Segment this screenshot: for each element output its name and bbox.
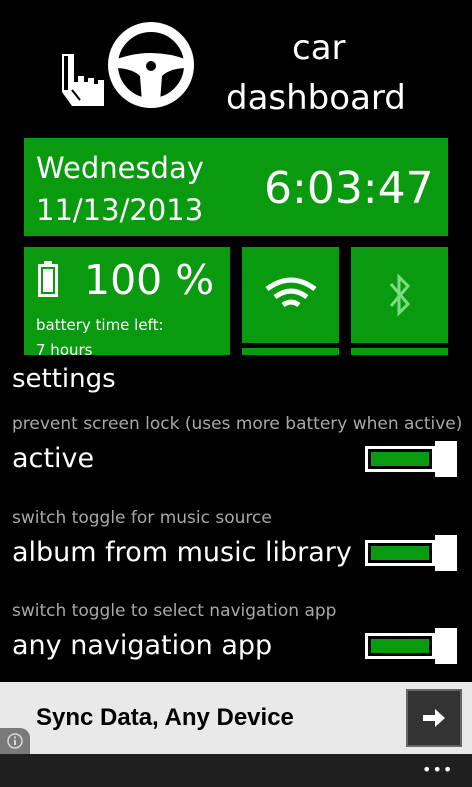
- bluetooth-icon: [389, 273, 411, 317]
- date-label: 11/13/2013: [36, 193, 204, 227]
- navigation-app-value: any navigation app: [12, 630, 273, 661]
- toggle-thumb[interactable]: [435, 535, 457, 571]
- toggle-thumb[interactable]: [435, 628, 457, 664]
- toggle-track: [365, 446, 435, 472]
- ad-text: Sync Data, Any Device: [36, 704, 294, 731]
- battery-time-label: battery time left:: [36, 316, 164, 334]
- music-source-value: album from music library: [12, 537, 352, 568]
- battery-percent: 100 %: [84, 256, 215, 304]
- music-source-caption: switch toggle for music source: [12, 508, 272, 528]
- app-title-line1: car: [292, 28, 346, 68]
- app-logo: [58, 20, 198, 112]
- music-source-toggle[interactable]: [365, 535, 457, 571]
- day-label: Wednesday: [36, 151, 204, 185]
- battery-time-value: 7 hours: [36, 341, 93, 355]
- wifi-tile-extension: [242, 348, 339, 355]
- toggle-track: [365, 633, 435, 659]
- ad-banner[interactable]: Sync Data, Any Device: [0, 682, 472, 754]
- hand-steering-wheel-icon: [62, 22, 194, 108]
- app-title-line2: dashboard: [226, 78, 406, 118]
- more-options-button[interactable]: •••: [422, 760, 453, 779]
- wifi-icon: [265, 277, 317, 308]
- settings-heading: settings: [12, 364, 116, 394]
- arrow-right-icon: [423, 709, 445, 727]
- ad-arrow-button[interactable]: [406, 689, 462, 747]
- datetime-tile[interactable]: Wednesday 11/13/2013 6:03:47: [24, 138, 448, 236]
- wifi-tile[interactable]: [242, 247, 339, 343]
- battery-icon: [38, 261, 58, 297]
- toggle-track: [365, 540, 435, 566]
- bluetooth-tile-extension: [351, 348, 448, 355]
- app-bar: •••: [0, 754, 472, 787]
- screen-lock-value: active: [12, 443, 95, 474]
- info-icon[interactable]: [0, 728, 30, 754]
- battery-tile[interactable]: 100 % battery time left: 7 hours: [24, 247, 230, 355]
- screen-lock-caption: prevent screen lock (uses more battery w…: [12, 414, 463, 434]
- toggle-thumb[interactable]: [435, 441, 457, 477]
- bluetooth-tile[interactable]: [351, 247, 448, 343]
- navigation-app-toggle[interactable]: [365, 628, 457, 664]
- navigation-app-caption: switch toggle to select navigation app: [12, 601, 337, 621]
- clock-label: 6:03:47: [264, 163, 434, 214]
- screen-lock-toggle[interactable]: [365, 441, 457, 477]
